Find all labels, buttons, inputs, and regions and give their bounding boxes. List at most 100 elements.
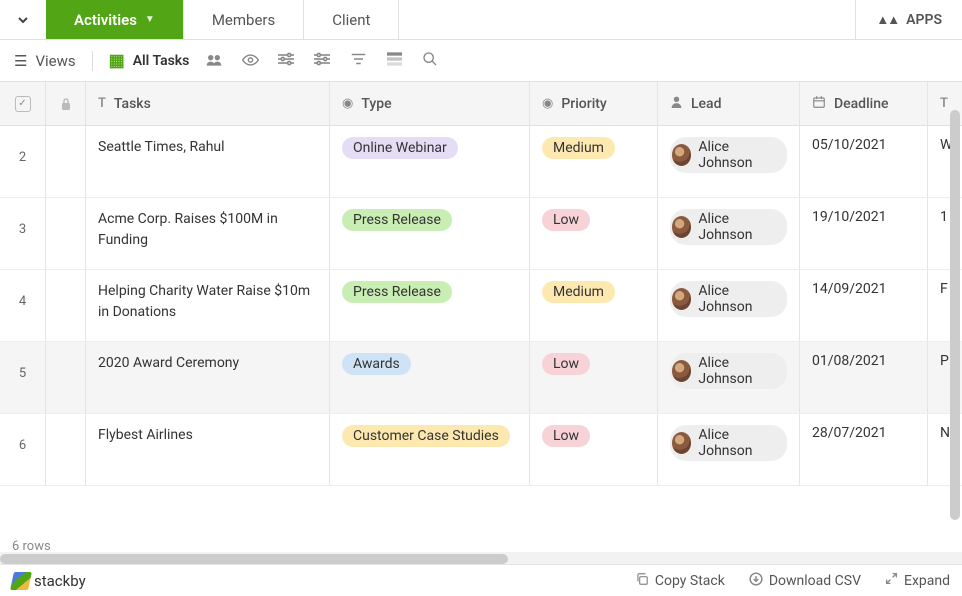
type-pill: Online Webinar [342,137,458,159]
row-height-icon[interactable] [383,52,405,70]
priority-cell[interactable]: Medium [530,270,658,341]
deadline-text: 01/08/2021 [812,353,887,369]
lead-name: Alice Johnson [698,211,776,243]
vertical-scroll-thumb[interactable] [950,110,960,520]
column-tasks[interactable]: T Tasks [86,82,330,125]
type-cell[interactable]: Online Webinar [330,126,530,197]
vertical-scrollbar[interactable] [948,84,962,560]
table-row[interactable]: 2 Seattle Times, Rahul Online Webinar Me… [0,126,962,198]
expand-button[interactable]: Expand [885,572,950,589]
column-tasks-label: Tasks [114,96,151,112]
column-deadline[interactable]: Deadline [800,82,928,125]
column-lead[interactable]: Lead [658,82,800,125]
apps-icon: ▲▲ [876,12,898,28]
deadline-text: 28/07/2021 [812,425,887,441]
task-cell[interactable]: Flybest Airlines [86,414,330,485]
lead-cell[interactable]: Alice Johnson [658,270,800,341]
table-header: ✓ T Tasks ◉ Type ◉ Priority Lead Deadlin… [0,82,962,126]
row-number[interactable]: 6 [0,414,46,485]
row-number[interactable]: 5 [0,342,46,413]
priority-cell[interactable]: Medium [530,126,658,197]
task-text: 2020 Award Ceremony [98,353,239,374]
type-cell[interactable]: Customer Case Studies [330,414,530,485]
avatar [672,432,691,454]
priority-pill: Medium [542,281,615,303]
lead-cell[interactable]: Alice Johnson [658,414,800,485]
row-lock-cell [46,342,86,413]
lead-cell[interactable]: Alice Johnson [658,342,800,413]
deadline-cell[interactable]: 01/08/2021 [800,342,928,413]
menu-icon: ☰ [14,52,27,70]
tab-members[interactable]: Members [184,0,304,39]
priority-pill: Low [542,425,590,447]
circledown-icon: ◉ [542,96,553,111]
avatar [672,288,691,310]
select-all-checkbox[interactable]: ✓ [0,82,46,125]
lead-cell[interactable]: Alice Johnson [658,198,800,269]
tab-members-label: Members [212,11,275,29]
column-priority[interactable]: ◉ Priority [530,82,658,125]
table-row[interactable]: 3 Acme Corp. Raises $100M in Funding Pre… [0,198,962,270]
priority-pill: Medium [542,137,615,159]
lead-chip: Alice Johnson [670,137,787,173]
lead-name: Alice Johnson [698,427,776,459]
stackby-logo-icon [10,572,32,590]
filter-icon[interactable] [347,52,369,70]
filter-settings-icon[interactable] [275,52,297,70]
view-all-tasks[interactable]: ▦ All Tasks [109,51,190,71]
priority-cell[interactable]: Low [530,342,658,413]
grid-icon: ▦ [109,51,125,71]
apps-button[interactable]: ▲▲ APPS [855,0,962,39]
task-text: Flybest Airlines [98,425,193,446]
column-priority-label: Priority [561,96,606,112]
priority-pill: Low [542,353,590,375]
sort-settings-icon[interactable] [311,52,333,70]
horizontal-scroll-thumb[interactable] [0,554,508,564]
type-cell[interactable]: Awards [330,342,530,413]
download-csv-button[interactable]: Download CSV [749,572,861,590]
task-cell[interactable]: Seattle Times, Rahul [86,126,330,197]
task-cell[interactable]: Helping Charity Water Raise $10m in Dona… [86,270,330,341]
table-row[interactable]: 5 2020 Award Ceremony Awards Low Alice J… [0,342,962,414]
tab-client[interactable]: Client [304,0,399,39]
copy-stack-button[interactable]: Copy Stack [635,572,725,590]
deadline-cell[interactable]: 28/07/2021 [800,414,928,485]
table-row[interactable]: 4 Helping Charity Water Raise $10m in Do… [0,270,962,342]
row-number[interactable]: 4 [0,270,46,341]
search-icon[interactable] [419,51,441,71]
copy-icon [635,572,649,590]
avatar [672,216,691,238]
share-icon[interactable] [203,52,225,70]
type-pill: Customer Case Studies [342,425,510,447]
lead-chip: Alice Johnson [670,209,787,245]
visibility-icon[interactable] [239,52,261,70]
tab-activities[interactable]: Activities ▼ [46,0,184,39]
row-number[interactable]: 3 [0,198,46,269]
deadline-cell[interactable]: 14/09/2021 [800,270,928,341]
column-type-label: Type [361,96,391,112]
task-text: Helping Charity Water Raise $10m in Dona… [98,281,317,323]
views-button[interactable]: ☰ Views [14,52,76,70]
priority-cell[interactable]: Low [530,198,658,269]
deadline-text: 19/10/2021 [812,209,887,225]
deadline-cell[interactable]: 05/10/2021 [800,126,928,197]
table-row[interactable]: 6 Flybest Airlines Customer Case Studies… [0,414,962,486]
priority-cell[interactable]: Low [530,414,658,485]
task-text: Seattle Times, Rahul [98,137,225,158]
type-cell[interactable]: Press Release [330,198,530,269]
task-cell[interactable]: 2020 Award Ceremony [86,342,330,413]
row-number[interactable]: 2 [0,126,46,197]
brand-logo[interactable]: stackby [12,572,86,590]
expand-toggle[interactable] [0,0,46,39]
column-type[interactable]: ◉ Type [330,82,530,125]
expand-icon [885,572,898,589]
divider [92,51,93,71]
row-lock-cell [46,198,86,269]
type-cell[interactable]: Press Release [330,270,530,341]
deadline-cell[interactable]: 19/10/2021 [800,198,928,269]
lock-column [46,82,86,125]
task-cell[interactable]: Acme Corp. Raises $100M in Funding [86,198,330,269]
lead-cell[interactable]: Alice Johnson [658,126,800,197]
apps-label: APPS [906,12,942,28]
priority-pill: Low [542,209,590,231]
